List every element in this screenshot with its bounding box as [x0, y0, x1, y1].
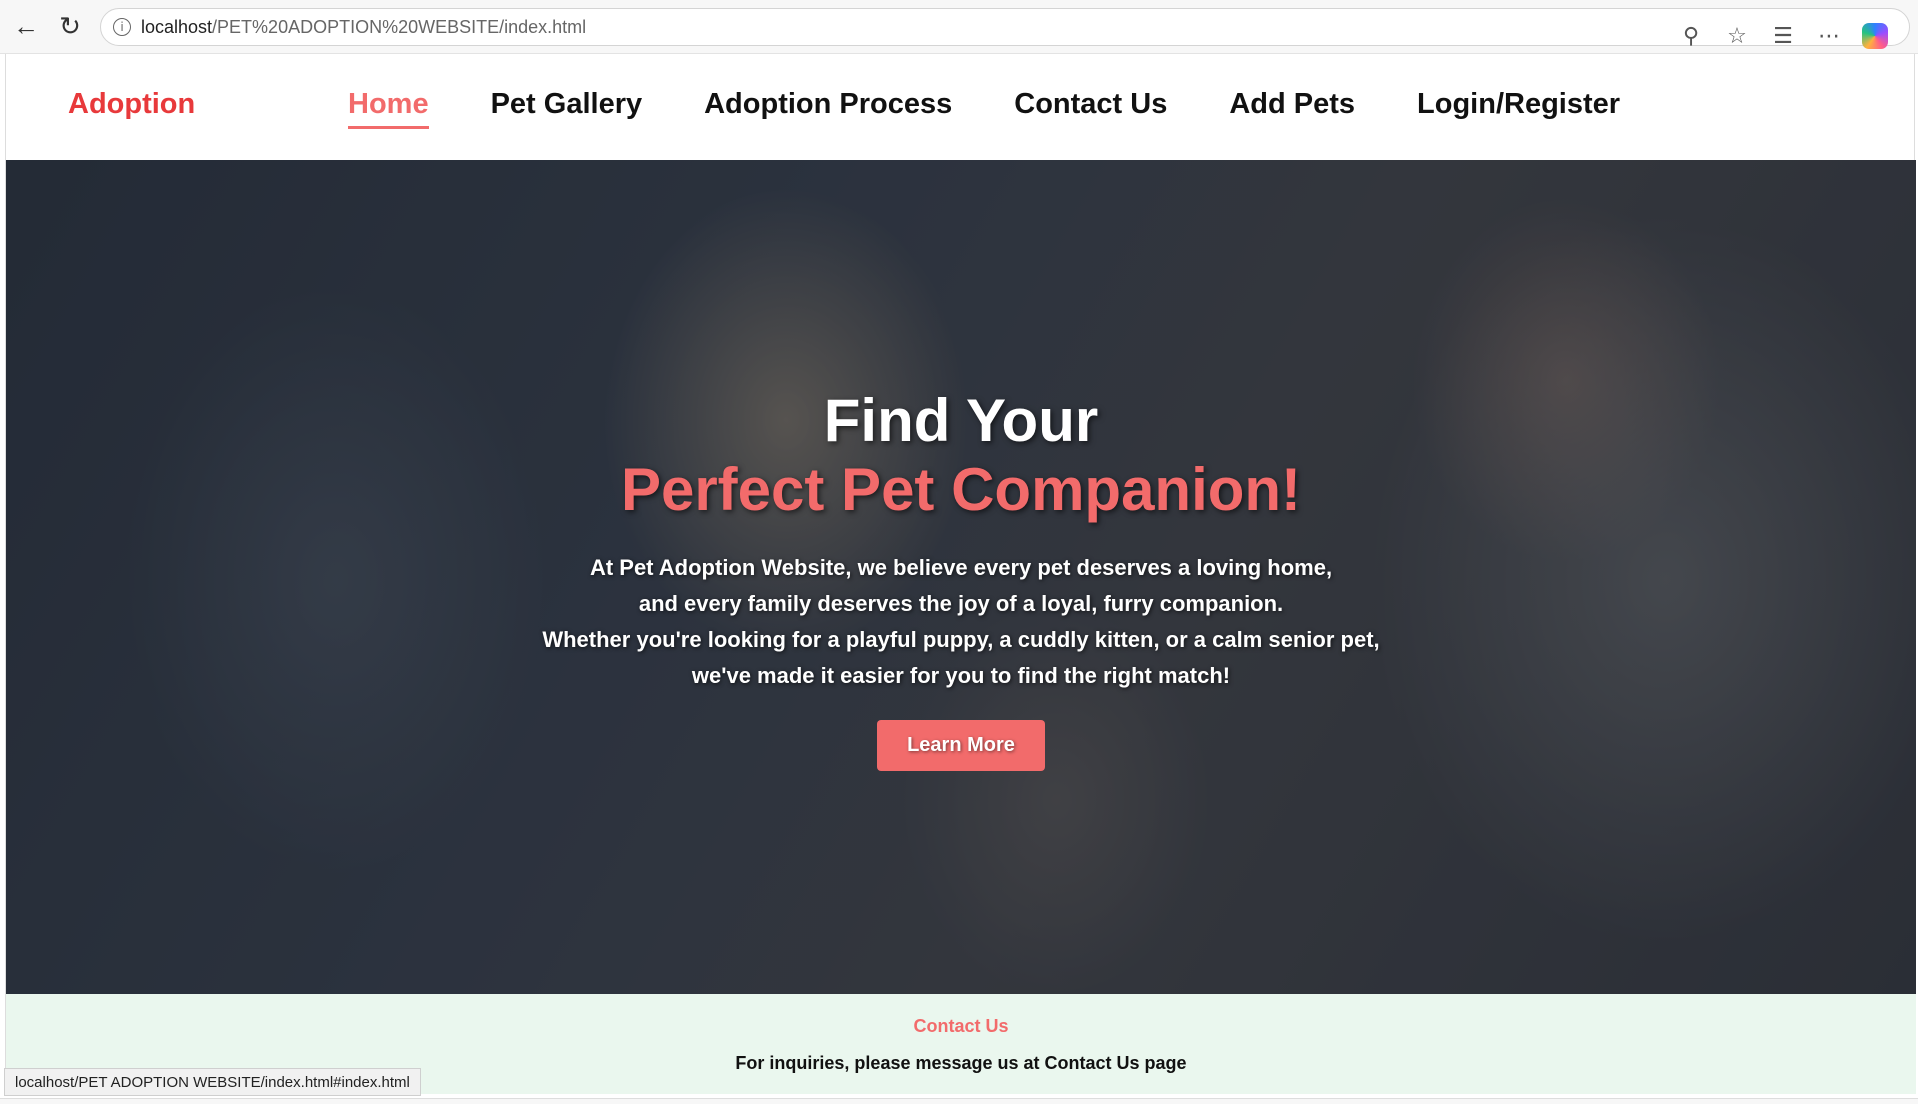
- more-icon[interactable]: ⋯: [1811, 18, 1847, 54]
- status-bar-url: localhost/PET ADOPTION WEBSITE/index.htm…: [4, 1068, 421, 1096]
- website: Adoption Home Pet Gallery Adoption Proce…: [5, 54, 1916, 1094]
- nav-adoption-process[interactable]: Adoption Process: [704, 88, 952, 121]
- hero-description: At Pet Adoption Website, we believe ever…: [6, 550, 1916, 694]
- favorites-icon[interactable]: ☰: [1765, 18, 1801, 54]
- nav-login-register[interactable]: Login/Register: [1417, 88, 1620, 121]
- nav-home[interactable]: Home: [348, 88, 429, 129]
- hero-text-line: At Pet Adoption Website, we believe ever…: [589, 555, 1333, 580]
- window-bottom-edge: [0, 1098, 1918, 1104]
- learn-more-button[interactable]: Learn More: [877, 720, 1045, 771]
- nav-pet-gallery[interactable]: Pet Gallery: [491, 88, 643, 121]
- url-text[interactable]: localhost/PET%20ADOPTION%20WEBSITE/index…: [141, 17, 586, 38]
- url-host: localhost: [141, 16, 213, 37]
- reload-icon[interactable]: ↻: [50, 7, 90, 47]
- browser-toolbar: ← ↻ i localhost/PET%20ADOPTION%20WEBSITE…: [0, 0, 1918, 54]
- address-bar[interactable]: i localhost/PET%20ADOPTION%20WEBSITE/ind…: [100, 8, 1910, 49]
- back-arrow-icon[interactable]: ←: [6, 7, 46, 47]
- hero-title-line1: Find Your: [823, 387, 1099, 454]
- main-nav: Home Pet Gallery Adoption Process Contac…: [348, 88, 1620, 129]
- site-header: Adoption Home Pet Gallery Adoption Proce…: [6, 54, 1914, 160]
- info-icon[interactable]: i: [113, 18, 131, 36]
- hero-text-line: we've made it easier for you to find the…: [691, 663, 1231, 688]
- hero-title-line2: Perfect Pet Companion!: [620, 456, 1302, 523]
- hero-section: Find Your Perfect Pet Companion! At Pet …: [6, 160, 1916, 994]
- nav-contact-us[interactable]: Contact Us: [1014, 88, 1167, 121]
- nav-add-pets[interactable]: Add Pets: [1229, 88, 1355, 121]
- url-path: /PET%20ADOPTION%20WEBSITE/index.html: [212, 16, 587, 37]
- key-icon[interactable]: ⚲: [1673, 18, 1709, 54]
- contact-title: Contact Us: [913, 1016, 1009, 1036]
- brand-logo[interactable]: Adoption: [68, 88, 195, 121]
- star-icon[interactable]: ☆: [1719, 18, 1755, 54]
- hero-text-line: and every family deserves the joy of a l…: [638, 591, 1284, 616]
- hero-content: Find Your Perfect Pet Companion! At Pet …: [6, 388, 1916, 771]
- copilot-icon[interactable]: [1857, 18, 1893, 54]
- hero-text-line: Whether you're looking for a playful pup…: [542, 627, 1380, 652]
